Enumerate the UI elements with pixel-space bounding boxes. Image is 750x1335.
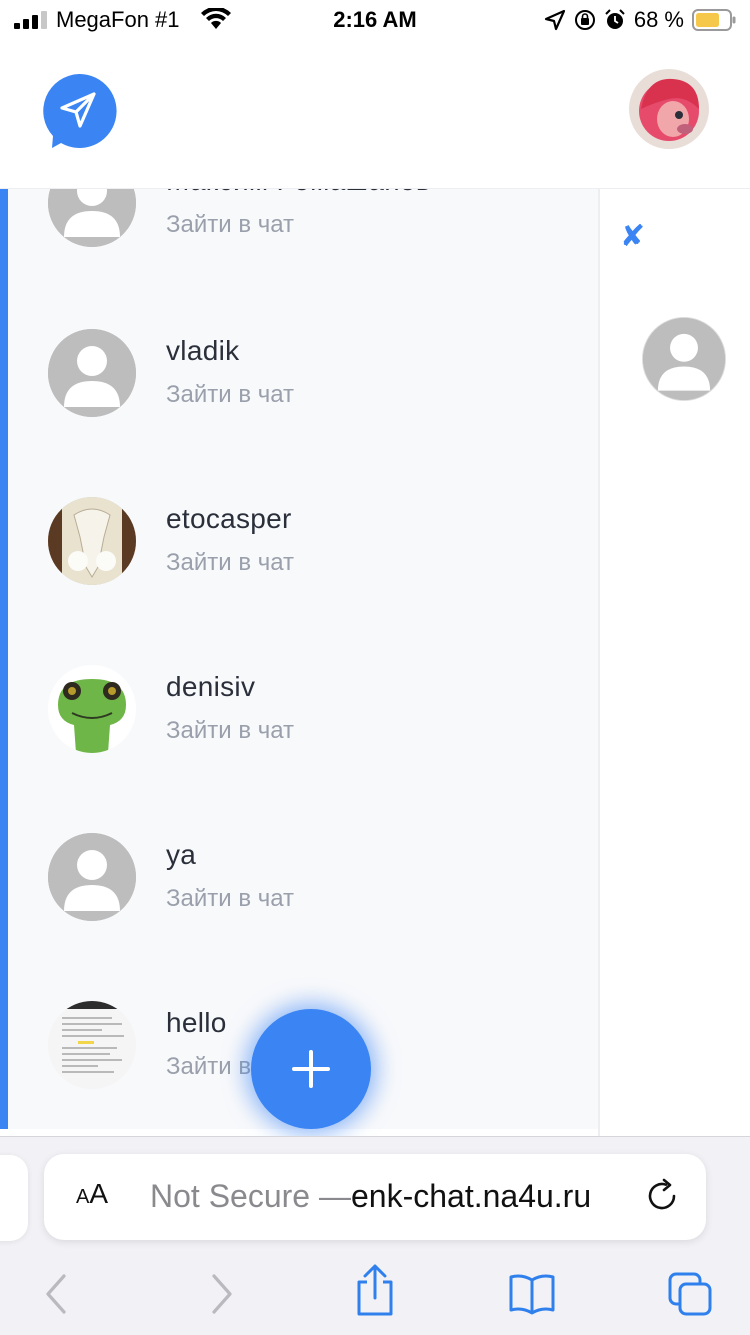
chat-name: vladik bbox=[166, 335, 240, 366]
chat-name: ya bbox=[166, 839, 197, 870]
address-bar[interactable]: AA Not Secure —enk-chat.na4u.ru bbox=[44, 1154, 706, 1240]
chat-list-item[interactable]: ya Зайти в чат bbox=[48, 833, 568, 933]
back-icon[interactable] bbox=[34, 1270, 82, 1318]
chat-subtitle: Зайти в чат bbox=[166, 885, 295, 912]
chat-list: Максим Ромашанов Зайти в чат vladik Зайт… bbox=[0, 189, 598, 1129]
address-text[interactable]: Not Secure —enk-chat.na4u.ru bbox=[150, 1178, 591, 1215]
chat-subtitle: Зайти в чат bbox=[166, 381, 295, 408]
chat-subtitle: Зайти в чат bbox=[166, 211, 295, 238]
chat-name: Максим Ромашанов bbox=[166, 189, 431, 197]
status-bar: MegaFon #1 2:16 AM 68 % bbox=[0, 0, 750, 42]
app-header bbox=[0, 42, 750, 189]
chat-subtitle: Зайти в чат bbox=[166, 549, 295, 576]
alarm-icon bbox=[605, 9, 625, 29]
chat-name: denisiv bbox=[166, 671, 256, 702]
default-avatar-icon[interactable] bbox=[642, 317, 726, 401]
url-text: enk-chat.na4u.ru bbox=[350, 1178, 592, 1214]
orientation-lock-icon bbox=[574, 10, 595, 30]
reload-icon[interactable] bbox=[644, 1178, 680, 1214]
chat-list-item[interactable]: vladik Зайти в чат bbox=[48, 329, 568, 429]
not-secure-label: Not Secure — bbox=[150, 1178, 351, 1214]
share-icon[interactable] bbox=[351, 1262, 399, 1318]
chat-name: hello bbox=[166, 1007, 227, 1038]
text-size-button[interactable]: AA bbox=[76, 1178, 108, 1210]
send-icon[interactable] bbox=[40, 72, 118, 150]
side-panel: ✘ bbox=[598, 189, 750, 1136]
default-avatar-icon bbox=[48, 329, 136, 417]
chat-list-item[interactable]: etocasper Зайти в чат bbox=[48, 497, 568, 597]
screenshot-photo-avatar bbox=[48, 1001, 136, 1089]
plus-icon bbox=[292, 1050, 330, 1088]
location-arrow-icon bbox=[544, 9, 565, 31]
gecko-photo-avatar bbox=[48, 665, 136, 753]
chat-list-item[interactable]: denisiv Зайти в чат bbox=[48, 665, 568, 765]
default-avatar-icon bbox=[48, 833, 136, 921]
active-indicator-bar bbox=[0, 189, 8, 1129]
tabs-icon[interactable] bbox=[666, 1270, 714, 1318]
chat-subtitle: Зайти в чат bbox=[166, 717, 295, 744]
battery-icon bbox=[692, 9, 736, 31]
battery-percent: 68 % bbox=[633, 7, 684, 32]
previous-tab-peek[interactable] bbox=[0, 1155, 28, 1241]
new-chat-button[interactable] bbox=[251, 1009, 371, 1129]
close-icon[interactable]: ✘ bbox=[620, 219, 645, 254]
forward-icon[interactable] bbox=[196, 1270, 244, 1318]
bookmarks-icon[interactable] bbox=[508, 1270, 556, 1318]
default-avatar-icon bbox=[48, 189, 136, 247]
profile-avatar[interactable] bbox=[629, 69, 709, 149]
skull-photo-avatar bbox=[48, 497, 136, 585]
profile-picture-icon bbox=[629, 69, 709, 149]
chat-name: etocasper bbox=[166, 503, 292, 534]
chat-list-item[interactable]: Максим Ромашанов Зайти в чат bbox=[48, 189, 568, 259]
status-icons: 68 % bbox=[544, 6, 736, 34]
